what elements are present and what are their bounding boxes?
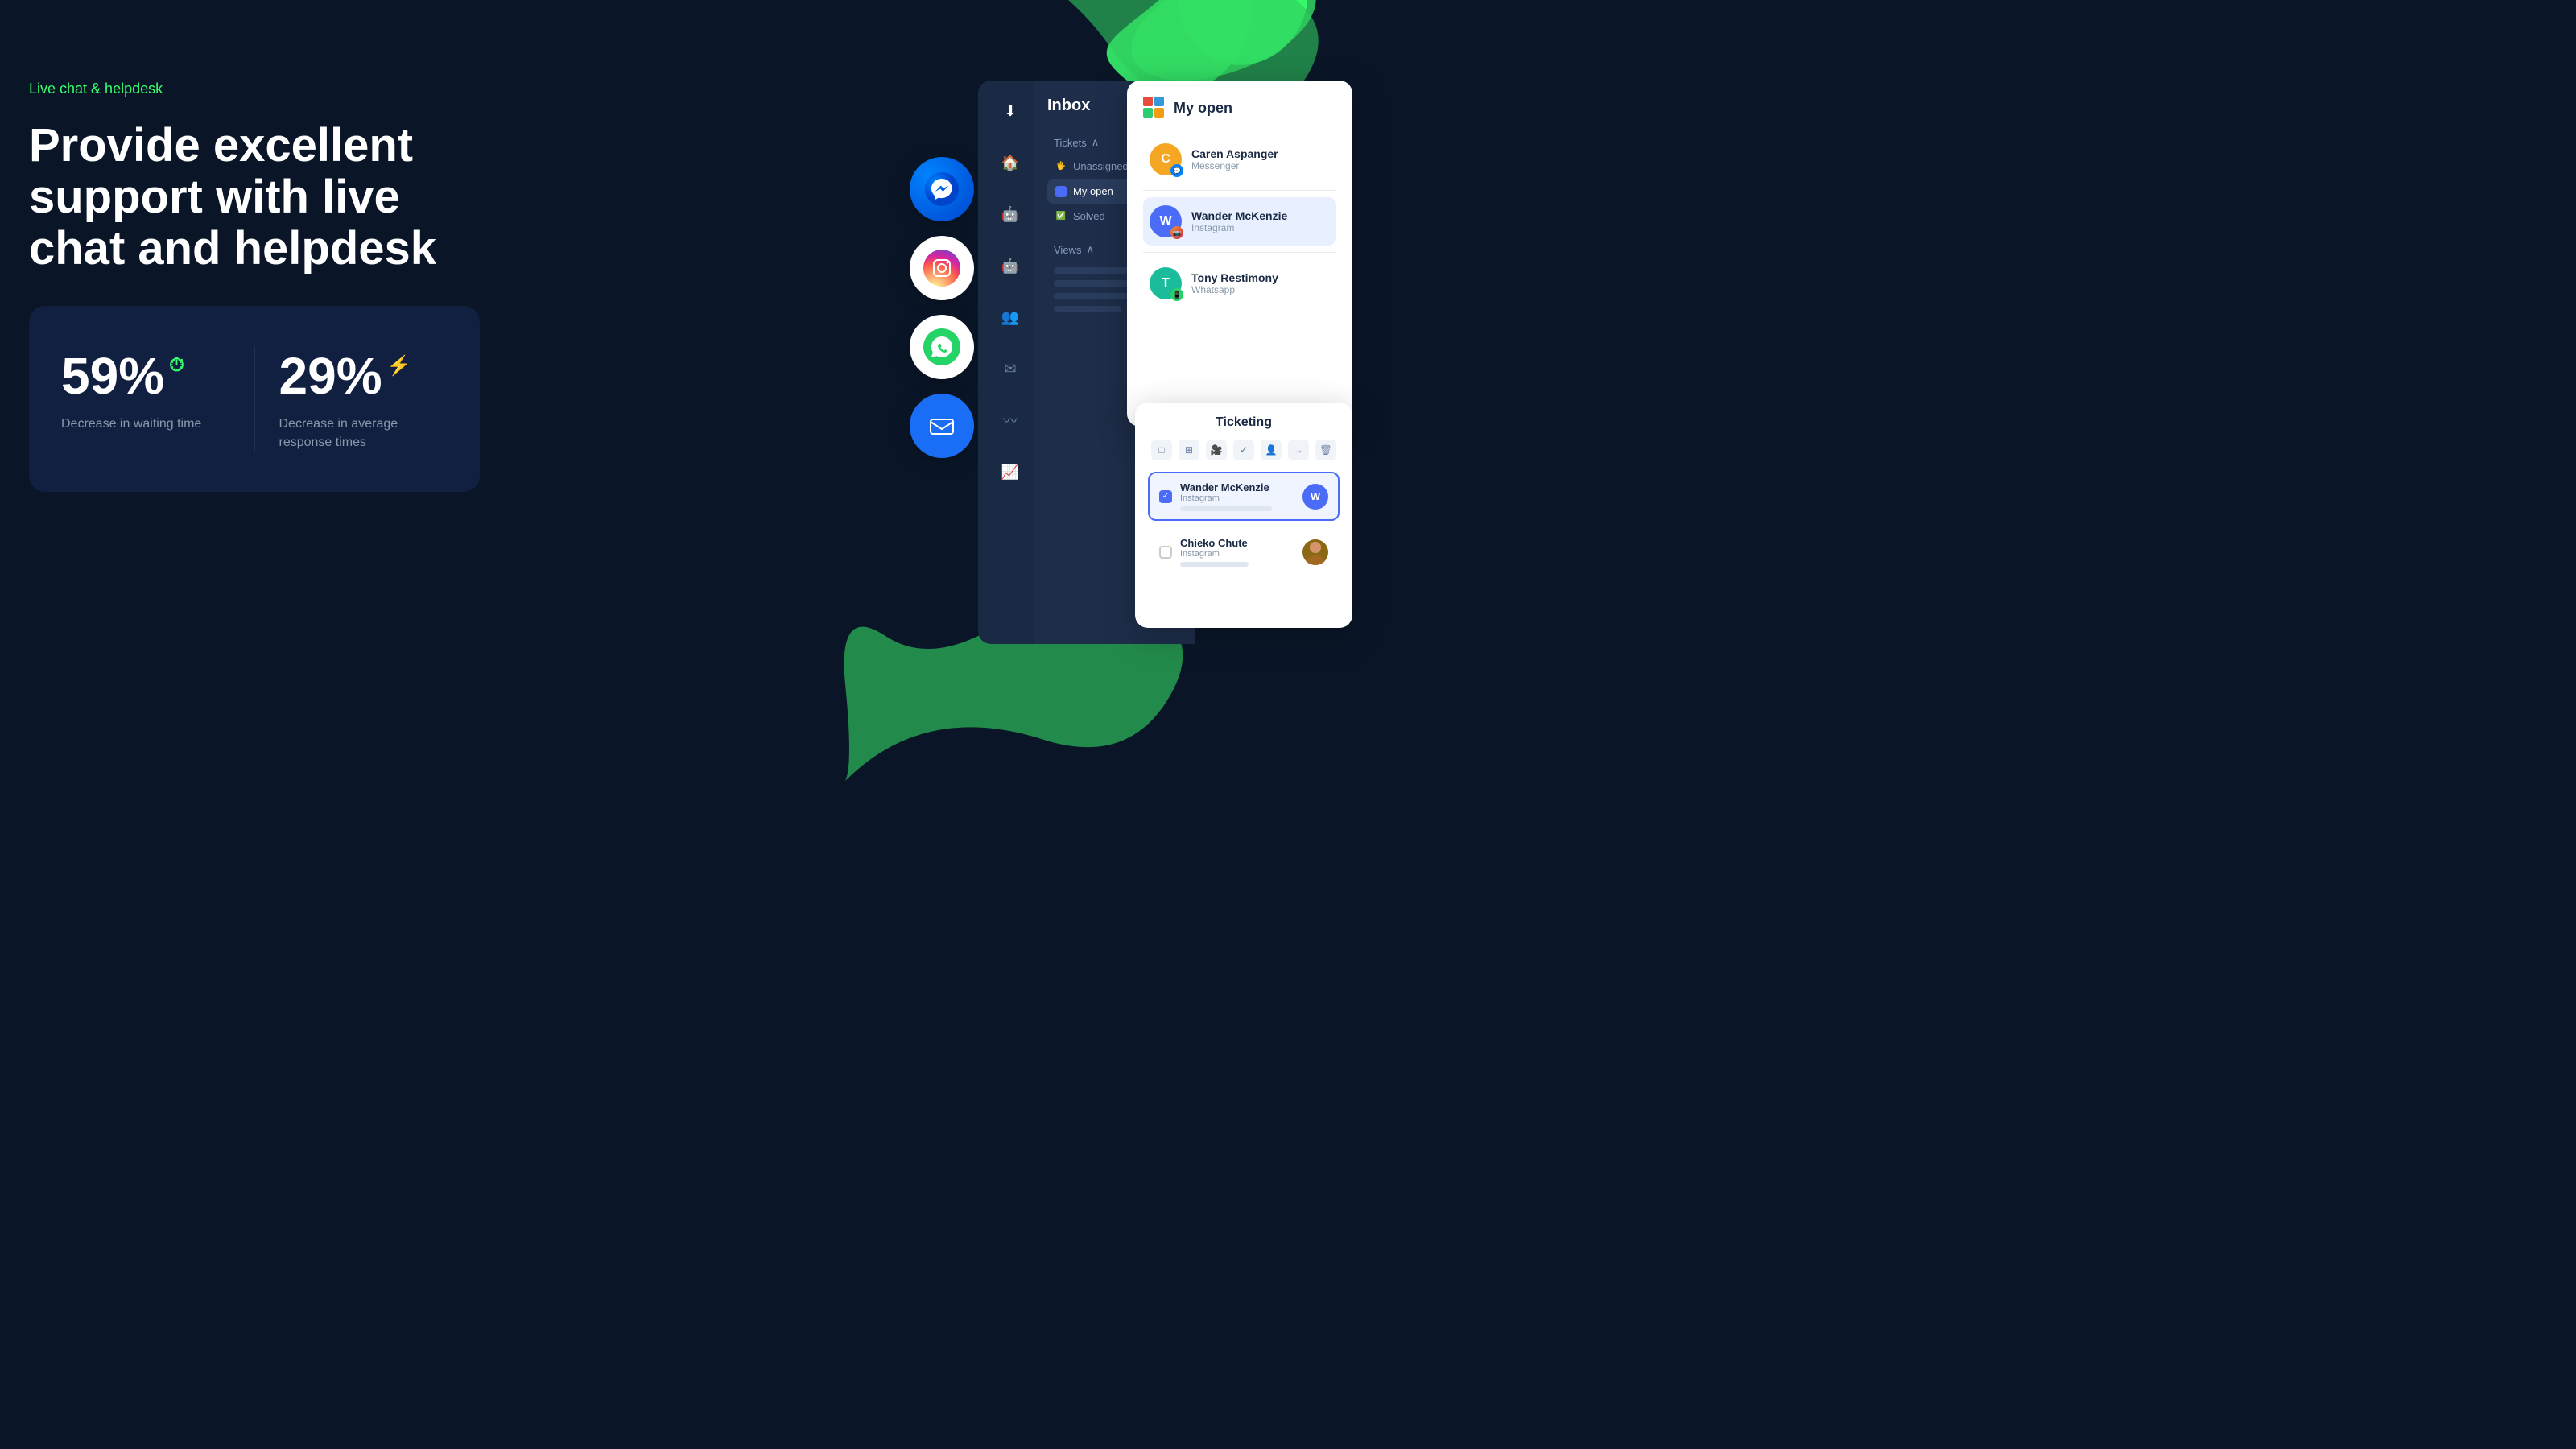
separator-2 (1143, 252, 1336, 253)
sidebar-chart-icon[interactable]: 📈 (996, 457, 1025, 486)
sidebar-bot-icon[interactable]: 🤖 (996, 200, 1025, 229)
toolbar-arrow-icon[interactable]: → (1288, 440, 1309, 460)
unassigned-icon: 🖐 (1055, 161, 1067, 172)
toolbar-person-icon[interactable]: 👤 (1261, 440, 1282, 460)
bolt-icon: ⚡ (387, 354, 411, 378)
contact-tony[interactable]: T 📱 Tony Restimony Whatsapp (1143, 259, 1336, 308)
tony-info: Tony Restimony Whatsapp (1191, 271, 1278, 295)
wander-avatar: W 📷 (1150, 205, 1182, 237)
sidebar-users-icon[interactable]: 👥 (996, 303, 1025, 332)
sidebar-wave-icon[interactable]: 〰 (996, 406, 1025, 435)
ticket-chieko[interactable]: Chieko Chute Instagram (1148, 527, 1340, 576)
stat-item-0: 59% ⏱ Decrease in waiting time (61, 346, 254, 452)
main-heading: Provide excellent support with live chat… (29, 120, 480, 274)
chieko-avatar-img (1302, 539, 1328, 565)
chieko-ticket-avatar (1302, 539, 1328, 565)
sidebar-inbox-icon[interactable]: ⬇ (996, 97, 1025, 126)
whatsapp-icon-circle[interactable] (910, 315, 974, 379)
toolbar-check-icon[interactable]: ✓ (1233, 440, 1254, 460)
messenger-svg (925, 172, 959, 206)
view-placeholder-4 (1054, 306, 1121, 312)
wander-info: Wander McKenzie Instagram (1191, 209, 1287, 233)
separator-1 (1143, 190, 1336, 191)
stats-card: 59% ⏱ Decrease in waiting time 29% ⚡ Dec… (29, 306, 480, 492)
stat-number-0: 59% ⏱ (61, 346, 230, 406)
contact-caren[interactable]: C 💬 Caren Aspanger Messenger (1143, 135, 1336, 184)
whatsapp-badge: 📱 (1170, 288, 1183, 301)
email-icon-circle[interactable] (910, 394, 974, 458)
clock-icon: ⏱ (169, 354, 184, 377)
messenger-icon-circle[interactable] (910, 157, 974, 221)
wander-ticket-avatar: W (1302, 484, 1328, 510)
contact-wander[interactable]: W 📷 Wander McKenzie Instagram (1143, 197, 1336, 246)
wander-ticket-info: Wander McKenzie Instagram (1180, 481, 1294, 511)
chieko-ticket-info: Chieko Chute Instagram (1180, 537, 1294, 567)
stat-number-1: 29% ⚡ (279, 346, 448, 406)
wander-checkbox[interactable]: ✓ (1159, 490, 1172, 503)
toolbar-trash-icon[interactable]: 🗑 (1315, 440, 1336, 460)
my-open-header: My open (1143, 97, 1336, 119)
sidebar-home-icon[interactable]: 🏠 (996, 148, 1025, 177)
chieko-ticket-placeholder (1180, 562, 1249, 567)
messenger-badge: 💬 (1170, 164, 1183, 177)
tony-avatar: T 📱 (1150, 267, 1182, 299)
toolbar-grid-icon[interactable]: ⊞ (1179, 440, 1199, 460)
left-content: Live chat & helpdesk Provide excellent s… (29, 80, 480, 492)
solved-icon: ✅ (1055, 211, 1067, 222)
ticketing-title: Ticketing (1148, 415, 1340, 430)
social-icons-column (910, 157, 974, 458)
stat-desc-1: Decrease in average response times (279, 415, 448, 452)
stat-item-1: 29% ⚡ Decrease in average response times (254, 346, 448, 452)
my-open-logo (1143, 97, 1166, 119)
stat-desc-0: Decrease in waiting time (61, 415, 230, 433)
chieko-checkbox[interactable] (1159, 546, 1172, 559)
wander-ticket-placeholder (1180, 506, 1272, 511)
ticketing-toolbar: □ ⊞ 🎥 ✓ 👤 → 🗑 (1148, 440, 1340, 460)
sidebar-mail-icon[interactable]: ✉ (996, 354, 1025, 383)
caren-avatar: C 💬 (1150, 143, 1182, 175)
caren-info: Caren Aspanger Messenger (1191, 147, 1278, 171)
my-open-panel: My open C 💬 Caren Aspanger Messenger W 📷… (1127, 80, 1352, 427)
ticket-wander[interactable]: ✓ Wander McKenzie Instagram W (1148, 472, 1340, 521)
toolbar-square-icon[interactable]: □ (1151, 440, 1172, 460)
sidebar: ⬇ 🏠 🤖 🤖 👥 ✉ 〰 📈 (978, 80, 1042, 644)
tag-label: Live chat & helpdesk (29, 80, 480, 97)
instagram-badge: 📷 (1170, 226, 1183, 239)
email-svg (924, 408, 960, 444)
view-placeholder-2 (1054, 280, 1135, 287)
whatsapp-svg (923, 328, 960, 365)
sidebar-bot2-icon[interactable]: 🤖 (996, 251, 1025, 280)
my-open-title: My open (1174, 100, 1232, 117)
toolbar-video-icon[interactable]: 🎥 (1206, 440, 1227, 460)
instagram-svg (923, 250, 960, 287)
my-open-icon (1055, 186, 1067, 197)
instagram-icon-circle[interactable] (910, 236, 974, 300)
ticketing-panel: Ticketing □ ⊞ 🎥 ✓ 👤 → 🗑 ✓ Wander McKenzi… (1135, 402, 1352, 628)
